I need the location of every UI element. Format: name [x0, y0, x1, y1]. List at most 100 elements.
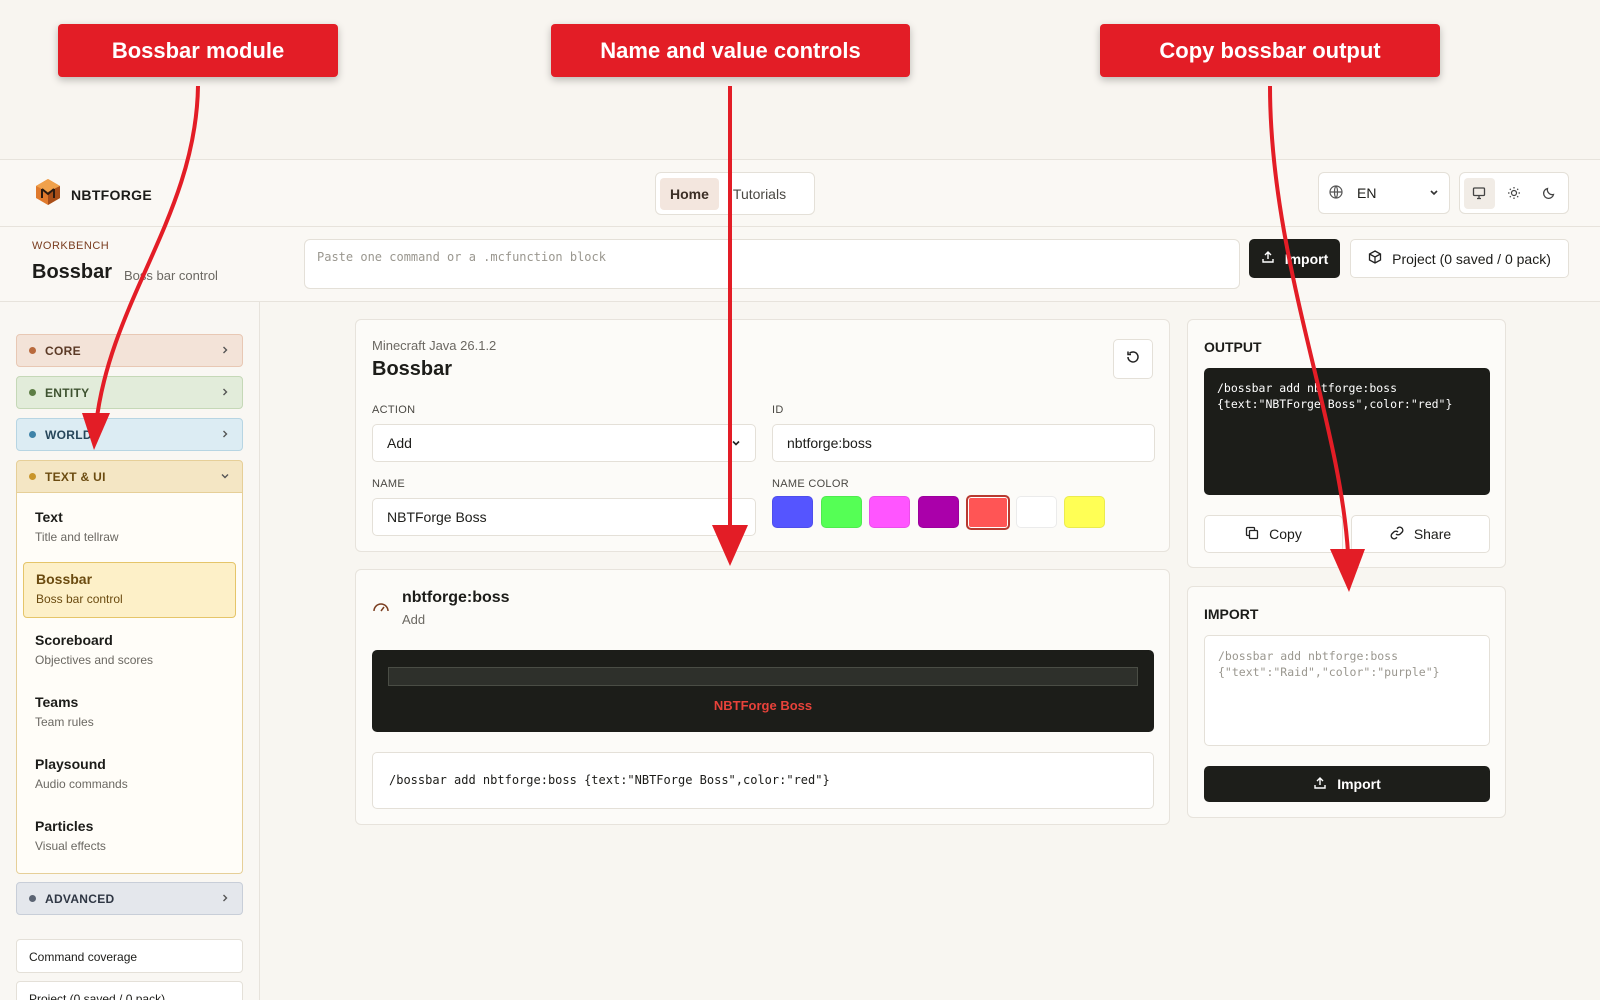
preview-id: nbtforge:boss [402, 589, 510, 606]
sidebar-item-desc: Title and tellraw [35, 530, 119, 544]
gauge-icon [372, 598, 390, 621]
nav-tutorials[interactable]: Tutorials [723, 178, 796, 210]
workbench-title: Bossbar [32, 261, 113, 283]
import-panel-button[interactable]: Import [1204, 766, 1490, 802]
chevron-right-icon [220, 428, 230, 442]
color-swatch-red[interactable] [966, 495, 1010, 530]
preview-command: /bossbar add nbtforge:boss {text:"NBTFor… [372, 752, 1154, 809]
color-swatch-yellow[interactable] [1064, 496, 1105, 528]
sidebar-item-bossbar[interactable]: Bossbar Boss bar control [23, 562, 236, 618]
project-button-label: Project (0 saved / 0 pack) [1392, 250, 1551, 267]
action-label: ACTION [372, 404, 416, 416]
color-swatch-green[interactable] [821, 496, 862, 528]
sidebar-item-teams[interactable]: Teams Team rules [23, 686, 236, 742]
bossbar-preview-card: nbtforge:boss Add NBTForge Boss /bossbar… [355, 569, 1170, 825]
main-nav: Home Tutorials [655, 172, 815, 215]
brand[interactable]: NBTFORGE [35, 178, 152, 211]
brand-name: NBTFORGE [71, 186, 152, 203]
id-input[interactable]: nbtforge:boss [772, 424, 1155, 462]
copy-button[interactable]: Copy [1204, 515, 1343, 553]
copy-button-label: Copy [1269, 526, 1302, 542]
output-code: /bossbar add nbtforge:boss {text:"NBTFor… [1204, 368, 1490, 495]
config-title: Bossbar [372, 358, 453, 380]
color-swatch-dark-purple[interactable] [918, 496, 959, 528]
chevron-down-icon [731, 435, 741, 451]
category-dot [29, 431, 36, 438]
sun-icon[interactable] [1499, 178, 1530, 209]
moon-icon[interactable] [1533, 178, 1564, 209]
chevron-right-icon [220, 892, 230, 906]
callout-bossbar-module: Bossbar module [58, 24, 338, 77]
import-card: IMPORT /bossbar add nbtforge:boss {"text… [1187, 586, 1506, 818]
category-dot [29, 473, 36, 480]
nbtforge-logo-icon [35, 178, 61, 211]
sidebar-item-playsound[interactable]: Playsound Audio commands [23, 748, 236, 804]
workbench-label: WORKBENCH [32, 240, 110, 252]
output-card: OUTPUT /bossbar add nbtforge:boss {text:… [1187, 319, 1506, 568]
name-input[interactable]: NBTForge Boss [372, 498, 756, 536]
category-text-ui[interactable]: TEXT & UI [16, 460, 243, 493]
sidebar-project-link[interactable]: Project (0 saved / 0 pack) [16, 981, 243, 1000]
share-button-label: Share [1413, 526, 1452, 542]
import-button[interactable]: Import [1249, 239, 1340, 278]
sidebar-item-desc: Objectives and scores [35, 653, 154, 667]
category-core[interactable]: CORE [16, 334, 243, 367]
sidebar-item-desc: Audio commands [35, 777, 128, 791]
color-swatch-blue[interactable] [772, 496, 813, 528]
import-textarea[interactable]: /bossbar add nbtforge:boss {"text":"Raid… [1204, 635, 1490, 746]
language-value: EN [1357, 185, 1377, 201]
category-dot [29, 895, 36, 902]
link-icon [1390, 526, 1404, 543]
sidebar-item-particles[interactable]: Particles Visual effects [23, 810, 236, 866]
category-entity-label: ENTITY [45, 385, 90, 400]
id-label: ID [772, 404, 784, 416]
bossbar-config-card: Minecraft Java 26.1.2 Bossbar ACTION Add… [355, 319, 1170, 552]
project-button[interactable]: Project (0 saved / 0 pack) [1350, 239, 1569, 278]
category-world[interactable]: WORLD [16, 418, 243, 451]
name-label: NAME [372, 478, 405, 490]
name-color-label: NAME COLOR [772, 478, 849, 490]
category-core-label: CORE [45, 343, 81, 358]
language-select[interactable]: EN [1318, 172, 1450, 214]
share-button[interactable]: Share [1351, 515, 1490, 553]
sidebar-item-title: Bossbar [36, 571, 93, 587]
nav-home[interactable]: Home [660, 177, 719, 210]
sidebar-item-desc: Boss bar control [36, 592, 123, 606]
category-world-label: WORLD [45, 427, 92, 442]
sidebar: CORE ENTITY WORLD TEXT & UI Text Title a… [0, 302, 260, 1000]
reset-button[interactable] [1113, 339, 1153, 379]
sidebar-item-title: Teams [35, 694, 79, 710]
package-icon [1368, 250, 1382, 267]
sidebar-item-desc: Visual effects [35, 839, 106, 853]
bossbar-render-name: NBTForge Boss [713, 698, 813, 713]
sidebar-item-desc: Team rules [35, 715, 94, 729]
upload-icon [1261, 250, 1275, 267]
category-dot [29, 347, 36, 354]
reset-icon [1125, 349, 1141, 370]
sidebar-item-scoreboard[interactable]: Scoreboard Objectives and scores [23, 624, 236, 680]
callout-copy-output: Copy bossbar output [1100, 24, 1440, 77]
bossbar-progress-bar [388, 667, 1138, 686]
command-coverage-link[interactable]: Command coverage [16, 939, 243, 973]
minecraft-version: Minecraft Java 26.1.2 [372, 338, 497, 353]
callout-name-value-controls: Name and value controls [551, 24, 910, 77]
sidebar-item-text[interactable]: Text Title and tellraw [23, 501, 236, 557]
sidebar-item-title: Particles [35, 818, 94, 834]
command-paste-input[interactable]: Paste one command or a .mcfunction block [304, 239, 1240, 289]
color-swatch-light-purple[interactable] [869, 496, 910, 528]
monitor-icon[interactable] [1464, 177, 1495, 209]
import-button-label: Import [1284, 250, 1329, 267]
category-entity[interactable]: ENTITY [16, 376, 243, 409]
action-value: Add [387, 435, 412, 451]
sidebar-item-title: Text [35, 509, 63, 525]
workbench-subtitle: Boss bar control [124, 268, 218, 283]
chevron-down-icon [220, 470, 230, 484]
action-select[interactable]: Add [372, 424, 756, 462]
import-title: IMPORT [1204, 606, 1259, 622]
chevron-down-icon [1429, 185, 1439, 201]
category-advanced-label: ADVANCED [45, 891, 115, 906]
color-swatch-white[interactable] [1016, 496, 1057, 528]
category-text-ui-label: TEXT & UI [45, 469, 106, 484]
text-ui-items: Text Title and tellraw Bossbar Boss bar … [16, 493, 243, 874]
category-advanced[interactable]: ADVANCED [16, 882, 243, 915]
